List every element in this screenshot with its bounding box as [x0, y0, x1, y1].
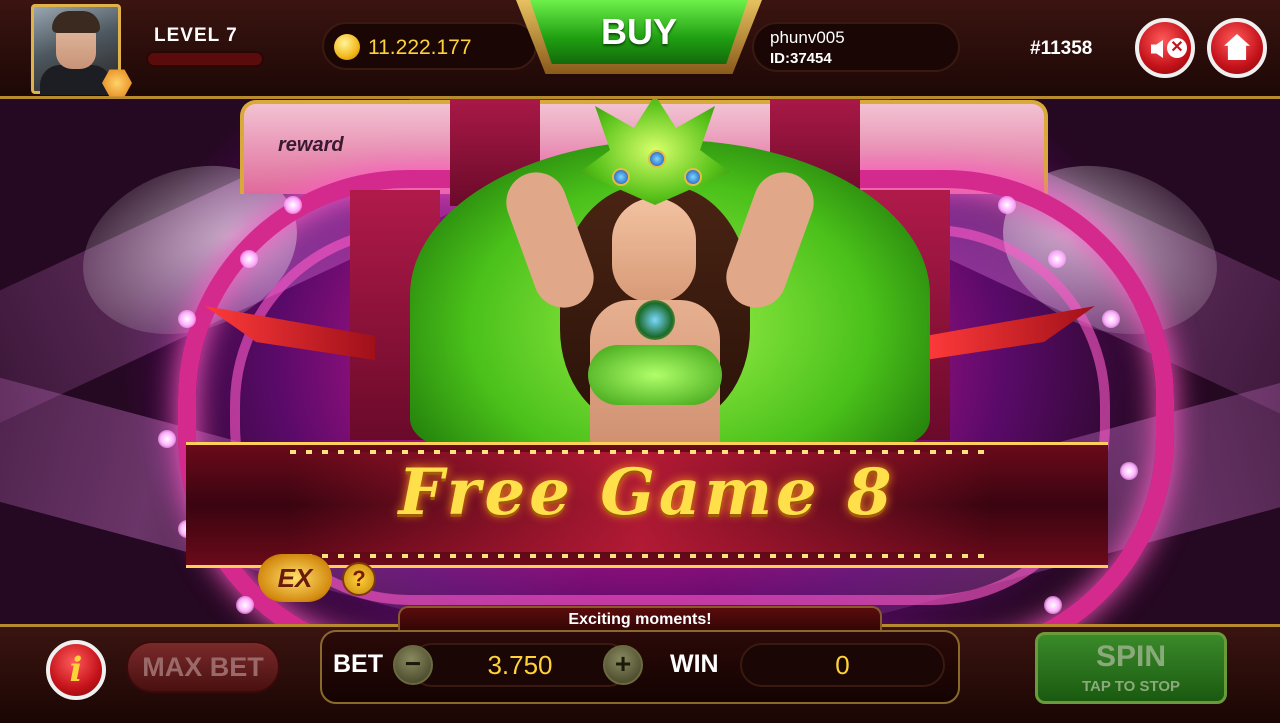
- ex-help-button[interactable]: ?: [342, 562, 376, 596]
- marquee-bulb: [178, 310, 196, 328]
- headdress-gem: [684, 168, 702, 186]
- avatar-hair: [52, 11, 100, 33]
- marquee-bulb: [158, 430, 176, 448]
- marquee-bulb: [240, 250, 258, 268]
- increase-bet-button[interactable]: +: [603, 645, 643, 685]
- marquee-bulb: [1044, 596, 1062, 614]
- win-amount: 0: [740, 643, 945, 687]
- bet-label: BET: [333, 650, 383, 678]
- bet-amount: 3.750: [410, 643, 630, 687]
- mute-x-icon: ✕: [1167, 38, 1187, 58]
- coin-balance: 11.222.177: [322, 22, 537, 70]
- xp-progress-bar: [146, 51, 264, 67]
- coin-amount: 11.222.177: [368, 36, 472, 59]
- username: phunv005: [770, 28, 845, 47]
- home-button[interactable]: [1207, 18, 1267, 78]
- marquee-bulb: [1102, 310, 1120, 328]
- marquee-bulb: [284, 196, 302, 214]
- win-label: WIN: [670, 650, 719, 678]
- marquee-bulb: [1120, 462, 1138, 480]
- marquee-bulb: [1048, 250, 1066, 268]
- coin-icon: [334, 34, 360, 60]
- speaker-icon: [1151, 40, 1163, 58]
- free-game-title: Free Game 8: [398, 455, 896, 530]
- reward-label: reward: [278, 134, 344, 156]
- max-bet-button[interactable]: MAX BET: [126, 641, 280, 693]
- avatar-suit: [40, 65, 112, 95]
- marquee-bulb: [998, 196, 1016, 214]
- ex-badge-button[interactable]: EX: [258, 554, 332, 602]
- room-id: #11358: [1030, 38, 1093, 59]
- home-icon: [1224, 34, 1250, 60]
- user-info: phunv005 ID:37454: [752, 22, 960, 72]
- level-label: LEVEL 7: [154, 25, 238, 46]
- dancer-costume: [588, 345, 722, 405]
- headdress-gem: [612, 168, 630, 186]
- decrease-bet-button[interactable]: −: [393, 645, 433, 685]
- mute-button[interactable]: ✕: [1135, 18, 1195, 78]
- banner-lights-top: [290, 450, 990, 454]
- info-button[interactable]: i: [46, 640, 106, 700]
- dancer-face: [612, 198, 696, 302]
- banner-lights-bottom: [290, 554, 990, 558]
- headdress-gem: [648, 150, 666, 168]
- buy-button[interactable]: BUY: [530, 0, 748, 64]
- dancer-necklace: [635, 300, 675, 340]
- user-id: ID:37454: [770, 50, 832, 67]
- tap-to-stop-label: TAP TO STOP: [1081, 678, 1181, 695]
- exciting-moments-label: Exciting moments!: [568, 611, 712, 628]
- spin-label: SPIN: [1095, 640, 1167, 673]
- marquee-bulb: [236, 596, 254, 614]
